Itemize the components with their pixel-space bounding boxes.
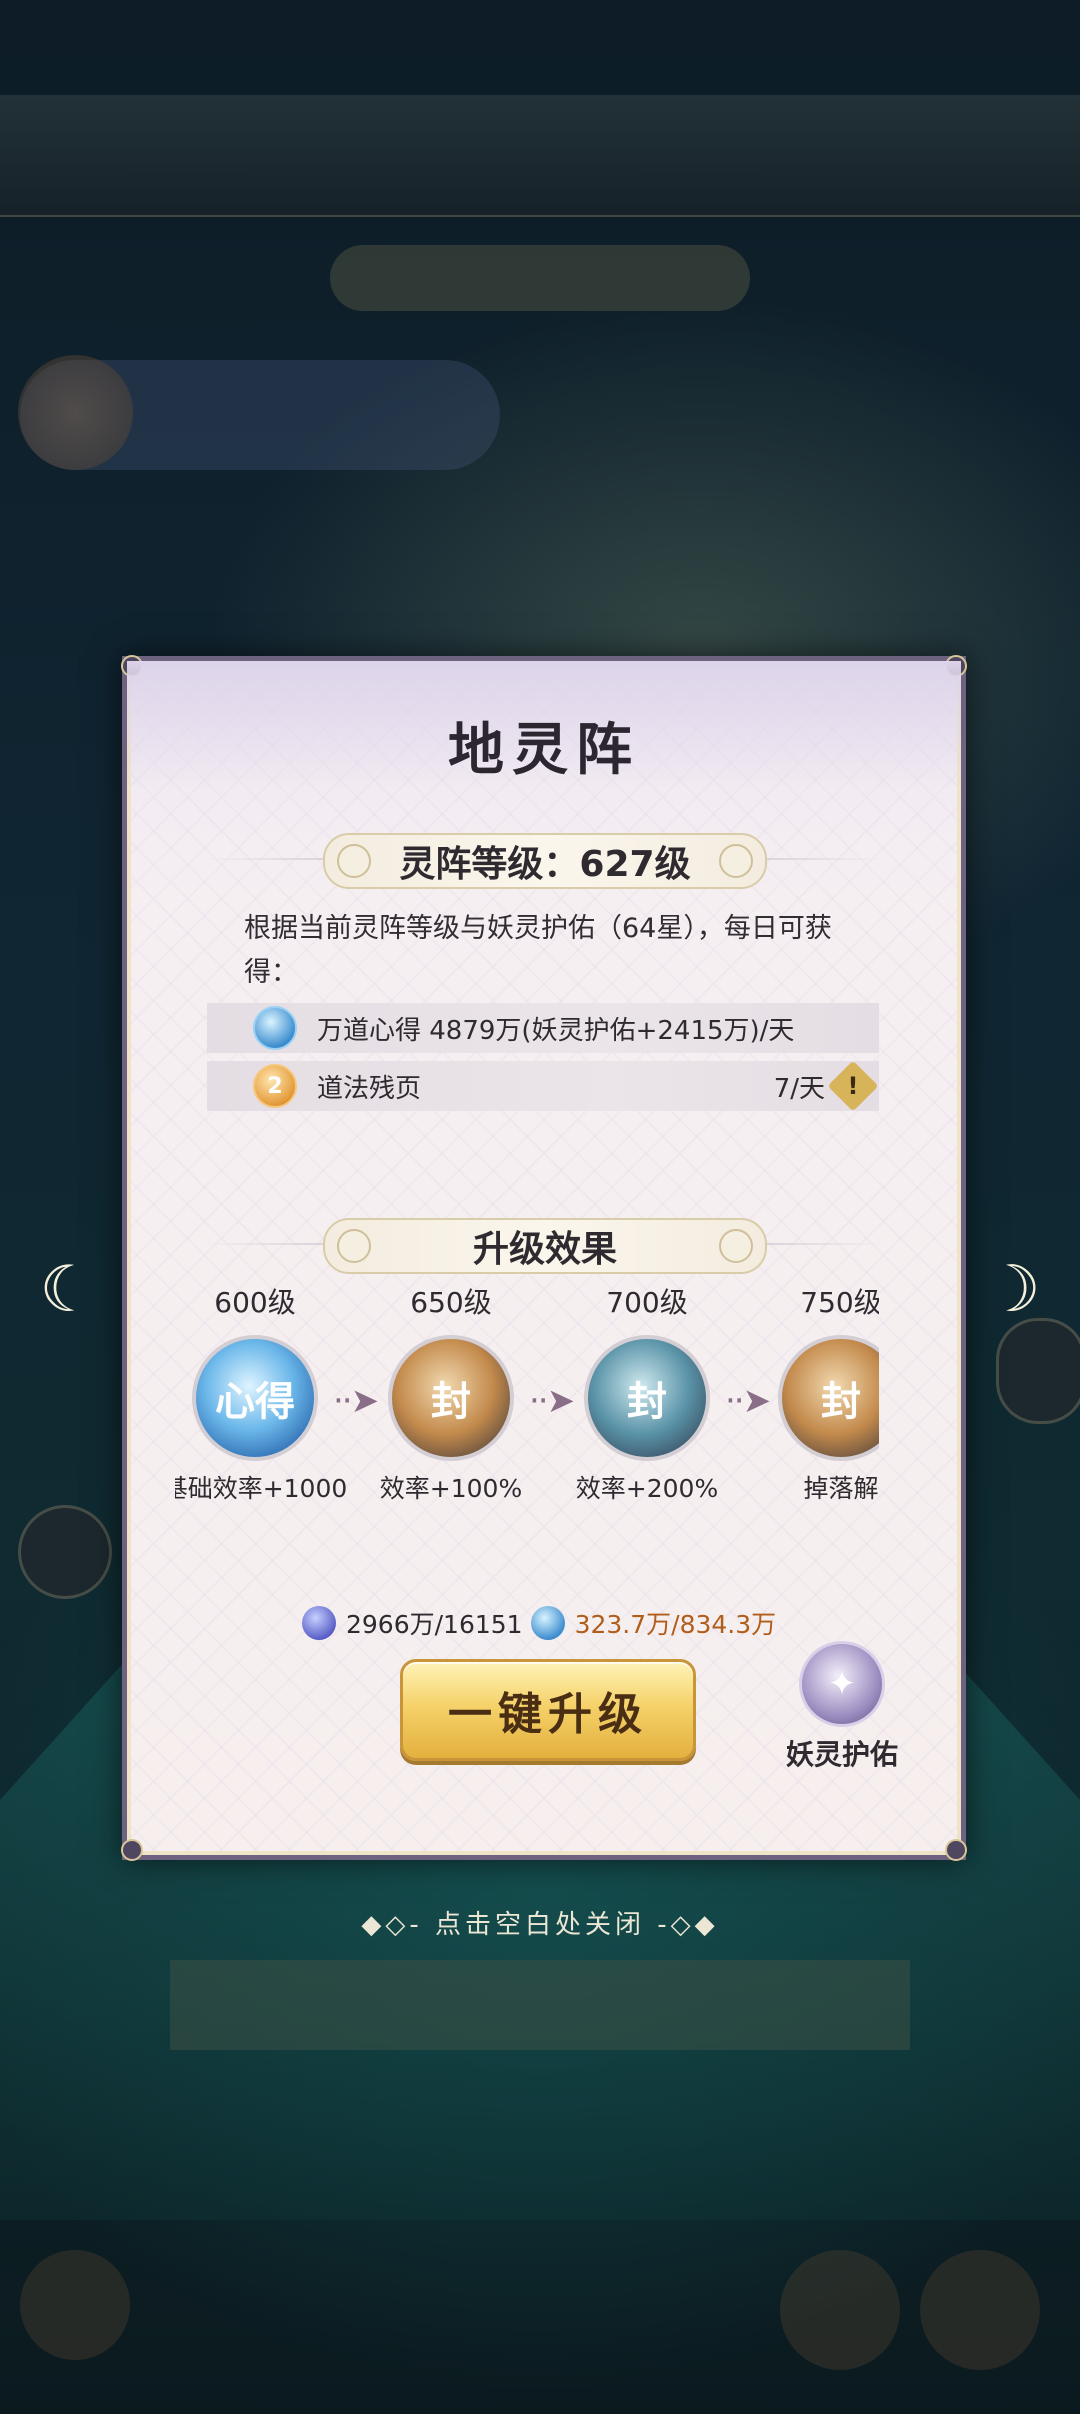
milestone-effect: 掉落解 — [803, 1474, 879, 1503]
bottom-menu-icon-1 — [780, 2250, 900, 2370]
fox-spirit-icon: ✦ — [799, 1641, 885, 1727]
corner-ornament — [945, 1839, 967, 1861]
background-avatar — [18, 355, 133, 470]
milestone-level: 650级 — [410, 1286, 492, 1319]
one-click-upgrade-button[interactable]: 一键升级 — [400, 1659, 696, 1761]
milestone-level: 600级 — [214, 1286, 296, 1319]
milestone-700[interactable]: 700级 封 效率+200% — [547, 1281, 747, 1505]
seal-icon: 封 — [584, 1335, 710, 1461]
upgrade-banner-text: 升级效果 — [472, 1229, 617, 1270]
level-banner-text: 灵阵等级：627级 — [399, 844, 691, 885]
reward-text: 万道心得 4879万(妖灵护佑+2415万)/天 — [317, 1015, 795, 1046]
canye-icon: 2 — [253, 1064, 297, 1108]
seal-icon: 封 — [778, 1335, 879, 1461]
milestone-track[interactable]: 600级 心得 基础效率+1000 ··➤ 650级 封 效率+100% ··➤… — [175, 1281, 879, 1521]
background-top-bar — [0, 95, 1080, 217]
seal-icon: 封 — [388, 1335, 514, 1461]
cost-item-1: 2966万/16151 — [346, 1610, 523, 1639]
milestone-650[interactable]: 650级 封 效率+100% — [351, 1281, 551, 1505]
back-icon — [20, 2250, 130, 2360]
cost-item-2: 323.7万/834.3万 — [574, 1610, 777, 1639]
milestone-600[interactable]: 600级 心得 基础效率+1000 — [175, 1281, 355, 1505]
blessing-label: 妖灵护佑 — [785, 1738, 898, 1771]
reward-row-xinde: 万道心得 4879万(妖灵护佑+2415万)/天 — [207, 1003, 879, 1053]
popup-title: 地灵阵 — [448, 717, 640, 783]
prev-arrow-icon[interactable]: ☾ — [36, 1245, 100, 1335]
next-arrow-icon[interactable]: ☽ — [980, 1245, 1044, 1335]
bottom-menu-icon-2 — [920, 2250, 1040, 2370]
banner-knob — [719, 1229, 753, 1263]
banner-knob — [337, 1229, 371, 1263]
yaoling-blessing-button[interactable]: ✦ 妖灵护佑 — [777, 1641, 907, 1773]
reward-text: 道法残页 — [317, 1073, 422, 1104]
dilingzhen-popup: 地灵阵 灵阵等级：627级 根据当前灵阵等级与妖灵护佑（64星），每日可获得： … — [121, 655, 967, 1861]
warning-icon[interactable]: ! — [827, 1060, 879, 1112]
background-platform-rim — [170, 1960, 910, 2050]
chat-bubble-icon — [18, 1505, 112, 1599]
upgrade-cost: 2966万/16151 323.7万/834.3万 — [302, 1601, 776, 1645]
level-banner: 灵阵等级：627级 — [323, 833, 767, 889]
spirit-flame-icon — [302, 1606, 336, 1640]
milestone-750[interactable]: 750级 封 掉落解 — [741, 1281, 879, 1505]
corner-ornament — [121, 1839, 143, 1861]
background-tab-pill — [330, 245, 750, 311]
close-hint[interactable]: ◆◇- 点击空白处关闭 -◇◆ — [0, 1904, 1080, 1941]
milestone-level: 750级 — [800, 1286, 879, 1319]
banner-knob — [337, 844, 371, 878]
reward-row-canye: 2 道法残页 7/天 ! — [207, 1060, 879, 1112]
milestone-level: 700级 — [606, 1286, 688, 1319]
xinde-icon: 心得 — [192, 1335, 318, 1461]
xinde-icon — [530, 1606, 565, 1640]
banner-knob — [719, 844, 753, 878]
daily-gain-description: 根据当前灵阵等级与妖灵护佑（64星），每日可获得： — [244, 913, 832, 988]
reward-rate: 7/天 — [773, 1073, 825, 1104]
milestone-effect: 效率+100% — [379, 1474, 523, 1503]
milestone-effect: 效率+200% — [575, 1474, 719, 1503]
xinde-icon — [253, 1006, 297, 1050]
upgrade-banner: 升级效果 — [323, 1218, 767, 1274]
milestone-effect: 基础效率+1000 — [175, 1474, 348, 1503]
